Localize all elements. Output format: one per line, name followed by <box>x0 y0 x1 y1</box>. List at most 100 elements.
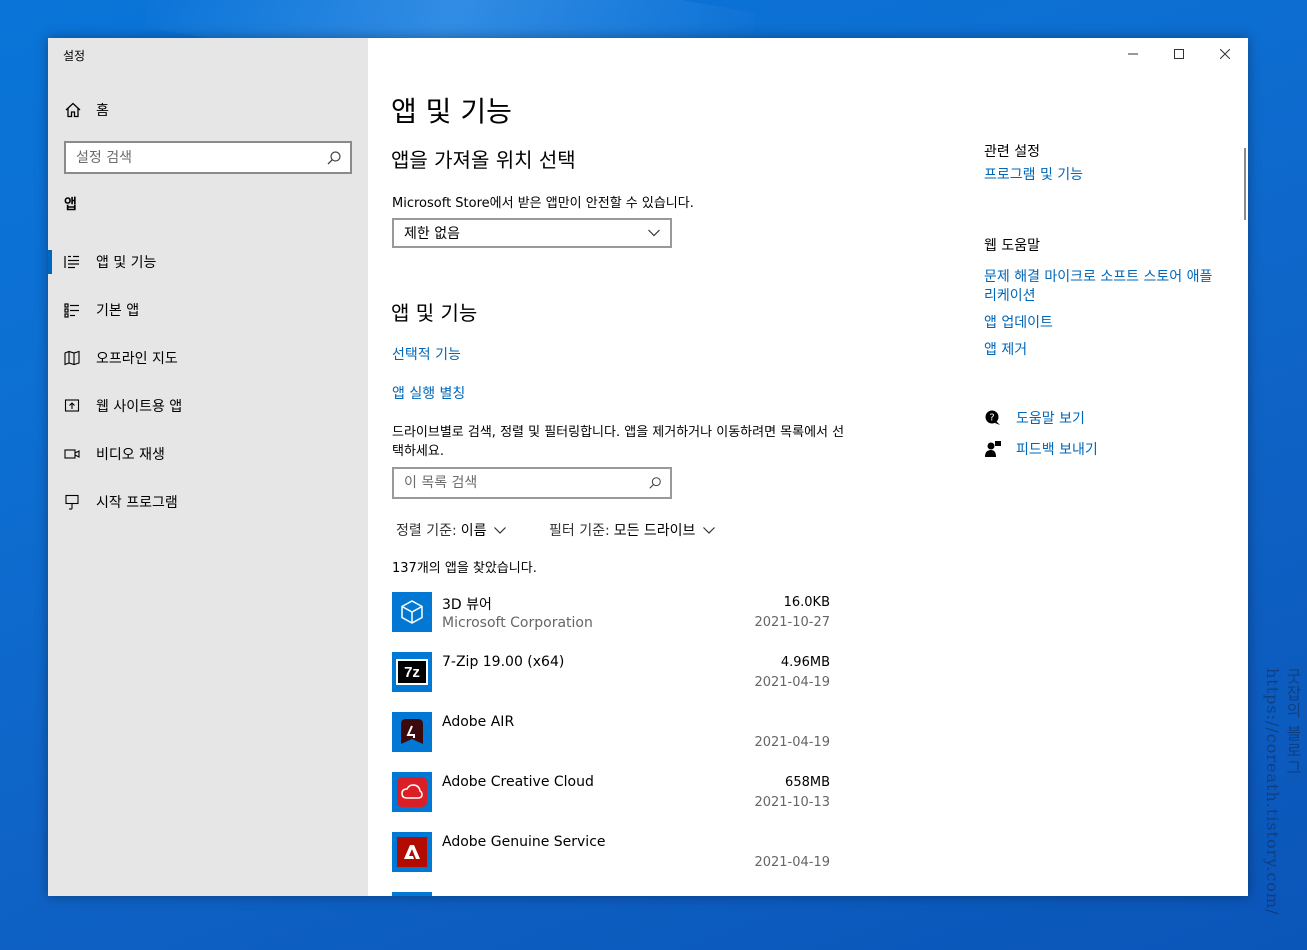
watermark-text: 굿잡의 블로그 https://coreath.tistory.com/ <box>1263 668 1302 916</box>
help-link-uninstall-apps[interactable]: 앱 제거 <box>984 341 1027 360</box>
sidebar-item-label: 시작 프로그램 <box>96 495 178 511</box>
creative-cloud-icon <box>392 772 432 812</box>
app-execution-aliases-link[interactable]: 앱 실행 별칭 <box>392 383 465 403</box>
search-icon[interactable] <box>326 150 342 166</box>
sidebar-item-default-apps[interactable]: 기본 앱 <box>48 286 368 334</box>
apps-features-icon <box>64 255 79 269</box>
sidebar: 설정 홈 앱 앱 및 기능 기본 앱 오프라인 지도 <box>48 38 368 896</box>
app-name: 3D 뷰어 <box>442 597 492 613</box>
install-source-dropdown[interactable]: 제한 없음 <box>392 218 672 248</box>
install-source-heading: 앱을 가져올 위치 선택 <box>391 148 576 172</box>
app-list-search-input[interactable] <box>394 475 648 491</box>
minimize-icon <box>1128 53 1138 55</box>
feedback-icon <box>985 441 1001 457</box>
apps-features-heading: 앱 및 기능 <box>391 301 478 325</box>
3d-viewer-icon <box>392 592 432 632</box>
sidebar-item-startup[interactable]: 시작 프로그램 <box>48 478 368 526</box>
search-icon[interactable] <box>648 476 662 490</box>
settings-search-box[interactable] <box>64 141 352 174</box>
settings-window: 설정 홈 앱 앱 및 기능 기본 앱 오프라인 지도 <box>48 38 1248 896</box>
video-icon <box>64 449 80 459</box>
list-item[interactable]: 7z 7-Zip 19.00 (x64) 4.96MB 2021-04-19 <box>392 650 832 710</box>
maximize-button[interactable] <box>1156 38 1202 70</box>
list-item[interactable]: Adobe Creative Cloud 658MB 2021-10-13 <box>392 770 832 830</box>
sidebar-item-label: 웹 사이트용 앱 <box>96 399 183 415</box>
app-date: 2021-10-27 <box>754 615 830 630</box>
related-settings-heading: 관련 설정 <box>984 144 1040 160</box>
startup-icon <box>65 494 79 510</box>
app-name: Adobe Creative Cloud <box>442 774 594 790</box>
svg-text:?: ? <box>989 413 994 424</box>
home-icon <box>65 102 81 118</box>
minimize-button[interactable] <box>1110 38 1156 70</box>
list-item[interactable]: 3D 뷰어 Microsoft Corporation 16.0KB 2021-… <box>392 590 832 650</box>
help-chat-icon: ? <box>985 410 1000 425</box>
app-size: 16.0KB <box>783 595 830 610</box>
app-size: 4.96MB <box>780 655 830 670</box>
sidebar-section-label: 앱 <box>64 197 77 213</box>
list-item[interactable]: Adobe Genuine Service 2021-04-19 <box>392 830 832 890</box>
app-publisher: Microsoft Corporation <box>442 615 593 631</box>
get-help-label: 도움말 보기 <box>1016 411 1085 427</box>
list-item[interactable]: Adobe AIR 2021-04-19 <box>392 710 832 770</box>
app-size: 658MB <box>785 775 830 790</box>
app-tile-icon <box>392 892 432 896</box>
sidebar-item-label: 오프라인 지도 <box>96 351 178 367</box>
dropdown-value: 제한 없음 <box>404 226 460 242</box>
close-button[interactable] <box>1202 38 1248 70</box>
home-link[interactable]: 홈 <box>64 98 109 122</box>
close-icon <box>1220 49 1230 59</box>
maximize-icon <box>1174 49 1184 59</box>
web-app-icon <box>64 399 80 412</box>
app-name: Adobe Genuine Service <box>442 834 606 850</box>
window-controls <box>1110 38 1248 70</box>
install-source-description: Microsoft Store에서 받은 앱만이 안전할 수 있습니다. <box>392 196 694 211</box>
page-title: 앱 및 기능 <box>391 95 512 128</box>
app-name: Adobe AIR <box>442 714 515 730</box>
app-name: 7-Zip 19.00 (x64) <box>442 654 565 670</box>
get-help-link[interactable]: ? 도움말 보기 <box>984 408 1085 428</box>
settings-search-input[interactable] <box>66 149 326 166</box>
sidebar-item-offline-maps[interactable]: 오프라인 지도 <box>48 334 368 382</box>
app-count-text: 137개의 앱을 찾았습니다. <box>392 561 537 576</box>
app-date: 2021-04-19 <box>754 675 830 690</box>
window-title: 설정 <box>63 49 86 63</box>
optional-features-link[interactable]: 선택적 기능 <box>392 344 461 364</box>
app-date: 2021-10-13 <box>754 795 830 810</box>
adobe-air-icon <box>392 712 432 752</box>
filter-value: 모든 드라이브 <box>613 523 696 539</box>
app-date: 2021-04-19 <box>754 855 830 870</box>
chevron-down-icon <box>703 527 716 534</box>
scrollbar[interactable] <box>1244 148 1246 220</box>
sidebar-item-web-apps[interactable]: 웹 사이트용 앱 <box>48 382 368 430</box>
sidebar-item-apps-features[interactable]: 앱 및 기능 <box>48 238 368 286</box>
sort-by-dropdown[interactable]: 정렬 기준: 이름 <box>396 520 507 540</box>
adobe-genuine-icon <box>392 832 432 872</box>
home-label: 홈 <box>96 103 109 119</box>
sidebar-item-label: 비디오 재생 <box>96 447 165 463</box>
send-feedback-link[interactable]: 피드백 보내기 <box>984 439 1098 459</box>
app-date: 2021-04-19 <box>754 735 830 750</box>
help-link-update-apps[interactable]: 앱 업데이트 <box>984 314 1053 333</box>
list-item[interactable] <box>392 890 832 896</box>
sidebar-item-label: 앱 및 기능 <box>96 255 157 271</box>
app-list-search-box[interactable] <box>392 467 672 499</box>
apps-list-description: 드라이브별로 검색, 정렬 및 필터링합니다. 앱을 제거하거나 이동하려면 목… <box>392 425 845 459</box>
7zip-icon: 7z <box>392 652 432 692</box>
sort-value: 이름 <box>460 523 487 539</box>
sort-label: 정렬 기준: <box>396 523 457 539</box>
sidebar-item-video-playback[interactable]: 비디오 재생 <box>48 430 368 478</box>
programs-and-features-link[interactable]: 프로그램 및 기능 <box>984 166 1083 185</box>
chevron-down-icon <box>648 229 660 237</box>
feedback-label: 피드백 보내기 <box>1016 442 1098 458</box>
web-help-heading: 웹 도움말 <box>984 238 1040 254</box>
map-icon <box>64 350 80 366</box>
help-link-troubleshoot-store[interactable]: 문제 해결 마이크로 소프트 스토어 애플 리케이션 <box>984 268 1229 306</box>
sidebar-item-label: 기본 앱 <box>96 303 140 319</box>
main-content: 앱 및 기능 앱을 가져올 위치 선택 Microsoft Store에서 받은… <box>368 38 1248 896</box>
default-apps-icon <box>64 303 79 318</box>
sidebar-nav: 앱 및 기능 기본 앱 오프라인 지도 웹 사이트용 앱 비디오 재생 시작 프… <box>48 238 368 526</box>
apps-list: 3D 뷰어 Microsoft Corporation 16.0KB 2021-… <box>392 590 832 896</box>
filter-by-dropdown[interactable]: 필터 기준: 모든 드라이브 <box>549 520 716 540</box>
filter-label: 필터 기준: <box>549 523 610 539</box>
